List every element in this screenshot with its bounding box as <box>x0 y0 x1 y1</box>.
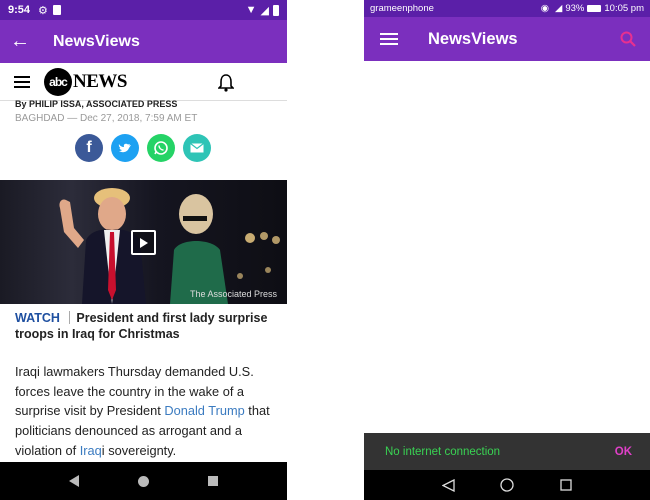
article-dateline: BAGHDAD — Dec 27, 2018, 7:59 AM ET <box>15 113 198 124</box>
donald-trump-link[interactable]: Donald Trump <box>164 403 244 418</box>
article-byline: By PHILIP ISSA, ASSOCIATED PRESS <box>15 99 178 109</box>
watch-label: WATCH <box>15 311 60 325</box>
battery-percent: 93% <box>565 3 585 14</box>
iraq-link[interactable]: Iraq <box>80 443 102 458</box>
whatsapp-icon <box>154 141 168 155</box>
back-arrow-icon[interactable]: ← <box>0 30 40 53</box>
recents-nav-icon-2[interactable] <box>560 479 572 491</box>
back-nav-icon-2[interactable] <box>441 478 455 492</box>
app-title-2: NewsViews <box>428 29 518 48</box>
settings-icon: ⚙ <box>38 4 48 17</box>
site-header: abc NEWS <box>0 63 287 101</box>
video-thumbnail[interactable]: The Associated Press <box>0 180 287 304</box>
status-bar-2: grameenphone ◉ ◢ 93% 10:05 pm <box>364 0 650 17</box>
home-nav-icon-2[interactable] <box>500 478 515 492</box>
status-time: 9:54 <box>8 4 31 16</box>
snackbar-ok-button[interactable]: OK <box>615 446 632 458</box>
right-phone-screen: grameenphone ◉ ◢ 93% 10:05 pm NewsViews … <box>364 0 650 500</box>
back-nav-icon[interactable] <box>68 474 80 488</box>
carrier-label: grameenphone <box>370 3 434 14</box>
battery-icon <box>273 4 279 16</box>
body-text-3: i sovereignty. <box>101 442 177 458</box>
snackbar-message: No internet connection <box>385 445 501 458</box>
facebook-share-button[interactable]: f <box>75 134 103 162</box>
left-phone-screen: 9:54 ⚙ ▼ ◢ ← NewsViews abc NEWS By PHILI… <box>0 0 287 500</box>
twitter-share-button[interactable] <box>111 134 139 162</box>
abc-news-wordmark: NEWS <box>73 70 127 92</box>
play-button[interactable] <box>131 230 156 255</box>
signal-icon: ◢ <box>260 4 269 17</box>
facebook-icon: f <box>86 139 92 156</box>
snackbar: No internet connection OK <box>364 433 650 470</box>
article-body: Iraqi lawmakers Thursday demanded U.S. f… <box>15 362 277 461</box>
app-title: NewsViews <box>53 32 140 50</box>
system-nav-bar-2 <box>364 470 650 500</box>
caption-divider <box>69 311 71 324</box>
battery-icon-2 <box>587 5 602 12</box>
whatsapp-share-button[interactable] <box>147 134 175 162</box>
system-nav-bar <box>0 462 287 500</box>
status-bar: 9:54 ⚙ ▼ ◢ <box>0 0 287 20</box>
app-bar: ← NewsViews <box>0 20 287 63</box>
abc-logo-circle: abc <box>44 67 72 96</box>
menu-icon-2[interactable] <box>380 32 398 46</box>
video-credit: The Associated Press <box>189 289 277 299</box>
twitter-icon <box>118 143 131 153</box>
eye-icon: ◉ <box>540 3 550 14</box>
status-time-2: 10:05 pm <box>604 3 644 14</box>
email-share-button[interactable] <box>183 134 211 162</box>
home-nav-icon[interactable] <box>137 475 150 488</box>
search-icon[interactable] <box>620 31 636 47</box>
menu-icon[interactable] <box>14 75 30 89</box>
app-bar-2: NewsViews <box>364 17 650 61</box>
signal-icon-2: ◢ <box>555 3 563 14</box>
play-icon <box>139 237 148 248</box>
recents-nav-icon[interactable] <box>207 475 219 487</box>
video-caption[interactable]: WATCH President and first lady surprise … <box>15 310 275 342</box>
sd-card-icon <box>52 5 61 15</box>
share-buttons: f <box>75 134 211 162</box>
email-icon <box>190 143 204 153</box>
abc-news-logo[interactable]: abc NEWS <box>44 67 127 96</box>
bell-icon[interactable] <box>218 74 234 92</box>
wifi-icon: ▼ <box>245 4 257 16</box>
